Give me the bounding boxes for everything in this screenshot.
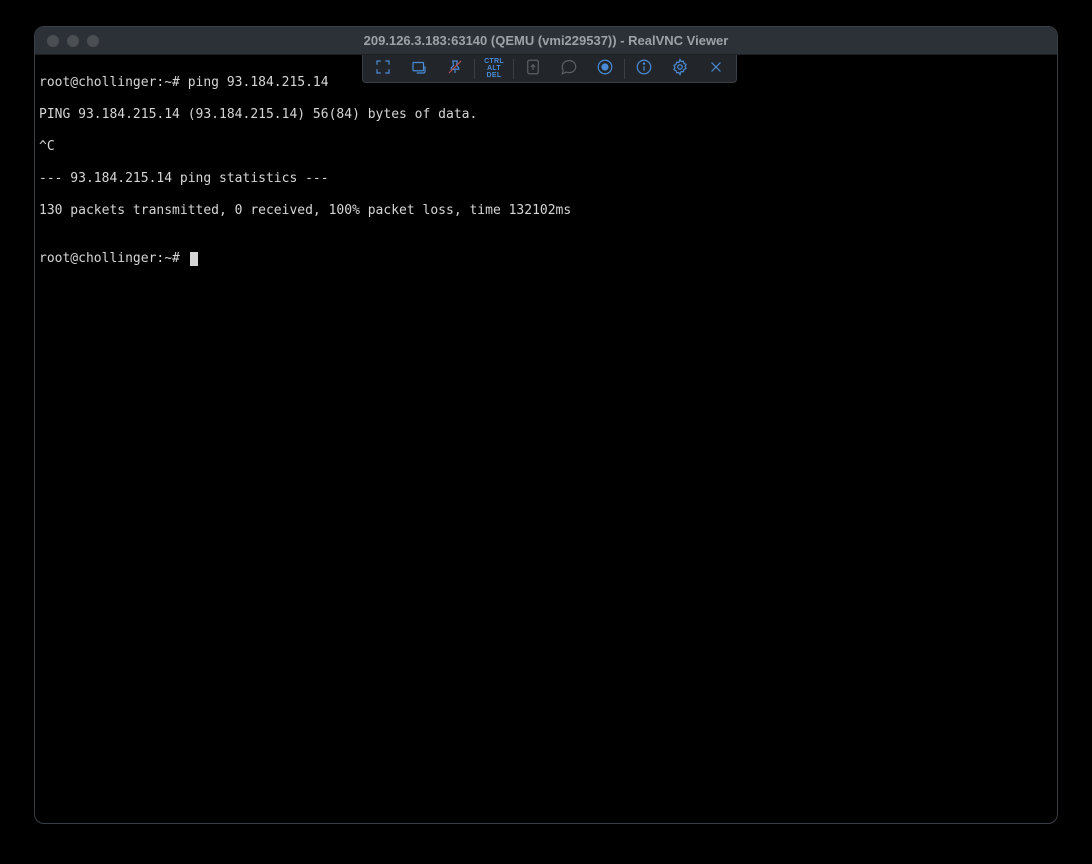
terminal-prompt: root@chollinger:~#: [39, 251, 1053, 267]
info-button[interactable]: [626, 56, 662, 82]
settings-button[interactable]: [662, 56, 698, 82]
info-icon: [635, 58, 653, 80]
record-button[interactable]: [587, 56, 623, 82]
pin-button[interactable]: [437, 56, 473, 82]
record-icon: [596, 58, 614, 80]
fullscreen-icon: [374, 58, 392, 80]
ctrl-alt-del-icon: CTRLALTDEL: [484, 58, 504, 79]
scale-icon: [410, 58, 428, 80]
prompt-text: root@chollinger:~#: [39, 251, 188, 266]
toolbar-separator: [513, 59, 514, 79]
window-title: 209.126.3.183:63140 (QEMU (vmi229537)) -…: [35, 33, 1057, 48]
terminal-output[interactable]: root@chollinger:~# ping 93.184.215.14 PI…: [35, 55, 1057, 303]
transfer-button[interactable]: [515, 56, 551, 82]
close-icon: [707, 58, 725, 80]
chat-button[interactable]: [551, 56, 587, 82]
transfer-icon: [524, 58, 542, 80]
terminal-line: ^C: [39, 139, 1053, 155]
close-session-button[interactable]: [698, 56, 734, 82]
scale-button[interactable]: [401, 56, 437, 82]
chat-icon: [560, 58, 578, 80]
close-window-button[interactable]: [47, 35, 59, 47]
maximize-window-button[interactable]: [87, 35, 99, 47]
gear-icon: [671, 58, 689, 80]
terminal-line: 130 packets transmitted, 0 received, 100…: [39, 203, 1053, 219]
fullscreen-button[interactable]: [365, 56, 401, 82]
toolbar-separator: [474, 59, 475, 79]
traffic-lights: [35, 35, 99, 47]
terminal-line: PING 93.184.215.14 (93.184.215.14) 56(84…: [39, 107, 1053, 123]
toolbar-separator: [624, 59, 625, 79]
terminal-cursor: [190, 252, 198, 266]
terminal-line: --- 93.184.215.14 ping statistics ---: [39, 171, 1053, 187]
vnc-window: 209.126.3.183:63140 (QEMU (vmi229537)) -…: [34, 26, 1058, 824]
titlebar[interactable]: 209.126.3.183:63140 (QEMU (vmi229537)) -…: [35, 27, 1057, 55]
pin-off-icon: [446, 58, 464, 80]
ctrl-alt-del-button[interactable]: CTRLALTDEL: [476, 56, 512, 82]
minimize-window-button[interactable]: [67, 35, 79, 47]
vnc-toolbar: CTRLALTDEL: [362, 55, 737, 83]
